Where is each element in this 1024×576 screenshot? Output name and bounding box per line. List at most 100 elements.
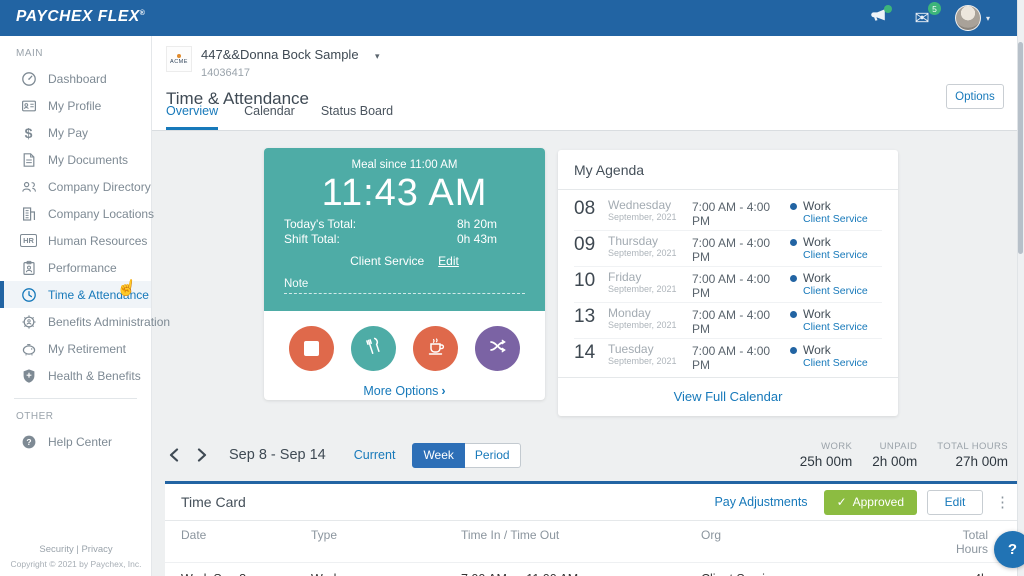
scrollbar-thumb[interactable]: [1018, 42, 1023, 254]
time-card-row[interactable]: Wed, Sep 8 APPROVED Work 7:00 AM — 11:00…: [165, 563, 1024, 576]
sidebar-item-label: My Profile: [48, 98, 102, 113]
agenda-org-link[interactable]: Client Service: [803, 321, 882, 333]
week-navigation: Sep 8 - Sep 14 Current Week Period WORK …: [165, 438, 1008, 472]
edit-button[interactable]: Edit: [927, 489, 983, 515]
sidebar-footer: Security | Privacy Copyright © 2021 by P…: [0, 544, 152, 569]
meal-button[interactable]: [351, 326, 396, 371]
clock-actions: [264, 311, 545, 371]
avatar: [954, 5, 981, 31]
col-org: Org: [701, 528, 722, 542]
sidebar-item-my-pay[interactable]: $ My Pay: [0, 119, 151, 146]
stop-button[interactable]: [289, 326, 334, 371]
agenda-month: September, 2021: [608, 212, 677, 222]
sidebar-item-label: Time & Attendance: [48, 287, 149, 302]
work-total-label: WORK: [821, 441, 853, 452]
sidebar-item-dashboard[interactable]: Dashboard: [0, 65, 151, 92]
agenda-time: 7:00 AM - 4:00 PM: [692, 344, 771, 372]
security-privacy-links[interactable]: Security | Privacy: [0, 544, 152, 555]
piggy-bank-icon: [20, 340, 37, 357]
agenda-type: Work: [803, 343, 831, 357]
question-circle-icon: ?: [20, 433, 37, 450]
agenda-org-link[interactable]: Client Service: [803, 249, 882, 261]
current-link[interactable]: Current: [354, 448, 396, 462]
sidebar-section-main: MAIN: [16, 48, 43, 59]
announcements-button[interactable]: [867, 5, 892, 29]
agenda-row: 14 Tuesday September, 2021 7:00 AM - 4:00…: [574, 339, 882, 374]
period-toggle-button[interactable]: Period: [464, 442, 521, 468]
week-toggle-button[interactable]: Week: [412, 442, 465, 468]
help-button[interactable]: ?: [994, 531, 1024, 568]
company-logo-text: ACME: [170, 58, 188, 65]
clock-edit-link[interactable]: Edit: [438, 254, 459, 268]
company-logo: ACME: [166, 46, 192, 72]
dashboard-icon: [20, 70, 37, 87]
col-date: Date: [181, 528, 207, 542]
agenda-type: Work: [803, 235, 831, 249]
sidebar-item-performance[interactable]: Performance: [0, 254, 151, 281]
clock-card: Meal since 11:00 AM 11:43 AM Today's Tot…: [264, 148, 545, 400]
sidebar-item-label: My Documents: [48, 152, 129, 167]
gear-person-icon: [20, 313, 37, 330]
options-button[interactable]: Options: [946, 84, 1004, 109]
work-total-value: 25h 00m: [799, 454, 853, 469]
sidebar-item-label: My Retirement: [48, 341, 127, 356]
unpaid-total: UNPAID 2h 00m: [872, 441, 917, 469]
agenda-weekday: Monday: [608, 306, 651, 320]
sidebar-item-help-center[interactable]: ? Help Center: [0, 428, 151, 455]
utensils-icon: [364, 336, 384, 361]
row-time: 7:00 AM — 11:00 AM: [461, 572, 701, 576]
unpaid-total-value: 2h 00m: [872, 454, 918, 469]
transfer-button[interactable]: [475, 326, 520, 371]
agenda-org-link[interactable]: Client Service: [803, 213, 882, 225]
sidebar-item-my-documents[interactable]: My Documents: [0, 146, 151, 173]
tab-overview[interactable]: Overview: [166, 104, 219, 130]
approved-button[interactable]: ✓ Approved: [823, 489, 917, 515]
sidebar-divider: [14, 398, 137, 399]
paychex-flex-logo: PAYCHEX FLEX®: [16, 8, 146, 26]
top-bar-icons: ✉ 5 ▾: [867, 0, 990, 36]
app-window: PAYCHEX FLEX® ✉ 5 ▾ MAIN Dashboard My Pr…: [0, 0, 1024, 576]
more-options-link[interactable]: More Options ›: [264, 384, 545, 398]
agenda-day: 09: [574, 234, 596, 255]
note-input[interactable]: Note: [284, 278, 525, 294]
profile-menu-button[interactable]: ▾: [954, 5, 990, 31]
hr-icon: HR: [20, 232, 37, 249]
pay-adjustments-link[interactable]: Pay Adjustments: [714, 495, 807, 509]
top-bar: PAYCHEX FLEX® ✉ 5 ▾: [0, 0, 1024, 36]
work-dot-icon: [790, 274, 797, 282]
kebab-menu-icon[interactable]: ⋮: [995, 495, 1010, 510]
next-week-button[interactable]: [193, 446, 211, 464]
agenda-weekday: Thursday: [608, 234, 659, 248]
tab-calendar[interactable]: Calendar: [244, 104, 295, 130]
document-icon: [20, 151, 37, 168]
company-selector[interactable]: ACME 447&&Donna Bock Sample ▾ 14036417: [166, 46, 380, 79]
agenda-month: September, 2021: [608, 356, 677, 366]
envelope-icon: ✉: [914, 8, 930, 28]
coffee-icon: [425, 335, 447, 362]
agenda-org-link[interactable]: Client Service: [803, 285, 882, 297]
tab-status-board[interactable]: Status Board: [321, 104, 393, 130]
hours-summary: WORK 25h 00m UNPAID 2h 00m TOTAL HOURS 2…: [800, 441, 1008, 469]
sidebar-item-my-profile[interactable]: My Profile: [0, 92, 151, 119]
sidebar-item-human-resources[interactable]: HR Human Resources: [0, 227, 151, 254]
time-card-column-headers: Date Type Time In / Time Out Org Total H…: [165, 521, 1024, 563]
agenda-time: 7:00 AM - 4:00 PM: [692, 236, 771, 264]
agenda-month: September, 2021: [608, 284, 677, 294]
agenda-org-link[interactable]: Client Service: [803, 357, 882, 369]
work-dot-icon: [790, 238, 797, 246]
company-logo-dot: [177, 53, 181, 58]
sidebar-item-health-benefits[interactable]: Health & Benefits: [0, 362, 151, 389]
sidebar-item-benefits-administration[interactable]: Benefits Administration: [0, 308, 170, 335]
previous-week-button[interactable]: [165, 446, 183, 464]
sidebar-item-company-directory[interactable]: Company Directory: [0, 173, 151, 200]
sidebar-item-company-locations[interactable]: Company Locations: [0, 200, 154, 227]
view-full-calendar-link[interactable]: View Full Calendar: [558, 377, 898, 416]
agenda-rows: 08 Wednesday September, 2021 7:00 AM - 4:…: [558, 190, 898, 374]
sidebar-item-my-retirement[interactable]: My Retirement: [0, 335, 151, 362]
break-button[interactable]: [413, 326, 458, 371]
messages-button[interactable]: ✉ 5: [911, 2, 941, 29]
scrollbar-track[interactable]: [1017, 0, 1024, 576]
sidebar-item-time-attendance[interactable]: Time & Attendance: [0, 281, 151, 308]
check-icon: ✓: [836, 495, 847, 509]
meal-status: Meal since 11:00 AM: [351, 159, 458, 171]
